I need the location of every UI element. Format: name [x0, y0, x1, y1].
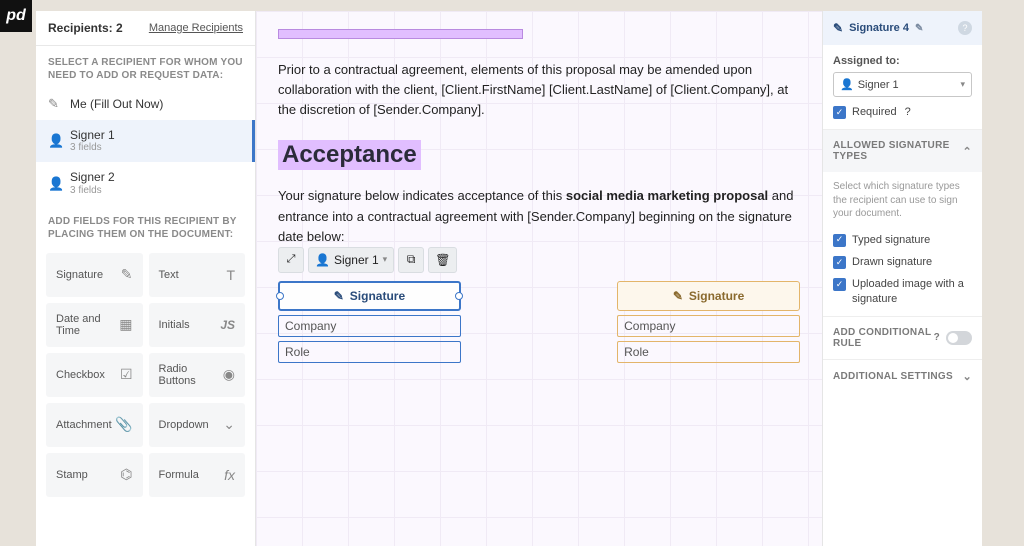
company-field[interactable]: Company	[617, 315, 800, 337]
person-icon: 👤	[48, 133, 62, 149]
select-recipient-heading: SELECT A RECIPIENT FOR WHOM YOU NEED TO …	[36, 46, 255, 88]
allowed-types-note: Select which signature types the recipie…	[823, 172, 982, 223]
field-toolbar: ⤢ 👤Signer 1▾ ⧉ 🗑	[278, 247, 457, 273]
required-checkbox[interactable]: ✓	[833, 106, 846, 119]
pen-icon: ✎	[48, 96, 62, 112]
left-panel: Recipients: 2 Manage Recipients SELECT A…	[36, 11, 256, 546]
chevron-down-icon: ▾	[383, 254, 388, 265]
role-field[interactable]: Role	[278, 341, 461, 363]
dropdown-icon: ⌄	[223, 416, 235, 433]
pen-icon: ✎	[833, 21, 843, 35]
toolbar-duplicate-button[interactable]: ⧉	[398, 247, 424, 273]
initials-icon: JS	[220, 318, 235, 332]
recipients-count-label: Recipients: 2	[48, 21, 123, 35]
company-field[interactable]: Company	[278, 315, 461, 337]
chevron-up-icon: ⌃	[962, 145, 972, 158]
doc-paragraph: Prior to a contractual agreement, elemen…	[278, 60, 800, 120]
assigned-to-select[interactable]: 👤Signer 1 ▾	[833, 72, 972, 97]
stamp-icon: ⌬	[120, 466, 132, 483]
paperclip-icon: 📎	[115, 416, 132, 433]
signature-block-signer2[interactable]: ✎Signature Company Role	[617, 281, 800, 363]
edit-icon[interactable]: ✎	[915, 23, 923, 34]
doc-paragraph: Your signature below indicates acceptanc…	[278, 186, 800, 246]
help-icon[interactable]: ?	[934, 332, 940, 343]
field-title: Signature 4	[849, 22, 909, 34]
person-icon: 👤	[840, 79, 854, 91]
allowed-types-header[interactable]: ALLOWED SIGNATURE TYPES⌃	[823, 130, 982, 172]
field-tile-dropdown[interactable]: Dropdown⌄	[149, 403, 246, 447]
highlighted-region	[278, 29, 523, 39]
recipient-signer1[interactable]: 👤 Signer 1 3 fields	[36, 120, 255, 162]
toolbar-delete-button[interactable]: 🗑	[428, 247, 457, 273]
field-tile-initials[interactable]: InitialsJS	[149, 303, 246, 347]
field-tile-date[interactable]: Date and Time▦	[46, 303, 143, 347]
recipient-field-count: 3 fields	[70, 185, 115, 197]
recipient-signer2[interactable]: 👤 Signer 2 3 fields	[36, 162, 255, 204]
pen-icon: ✎	[334, 289, 344, 303]
manage-recipients-link[interactable]: Manage Recipients	[149, 22, 243, 34]
field-tile-formula[interactable]: Formulafx	[149, 453, 246, 497]
chevron-down-icon: ▾	[960, 79, 965, 90]
signature-field[interactable]: ✎Signature	[617, 281, 800, 311]
calendar-icon: ▦	[119, 316, 132, 333]
radio-icon: ◉	[223, 366, 235, 383]
person-icon: 👤	[315, 253, 330, 267]
uploaded-signature-checkbox[interactable]: ✓	[833, 278, 846, 291]
recipient-me[interactable]: ✎ Me (Fill Out Now)	[36, 88, 255, 120]
role-field[interactable]: Role	[617, 341, 800, 363]
pen-icon: ✎	[673, 289, 683, 303]
move-icon: ⤢	[287, 253, 296, 266]
copy-icon: ⧉	[407, 252, 416, 267]
signature-field[interactable]: ✎Signature	[278, 281, 461, 311]
help-icon[interactable]: ?	[905, 105, 911, 119]
add-fields-heading: ADD FIELDS FOR THIS RECIPIENT BY PLACING…	[36, 205, 255, 247]
checkbox-icon: ☑	[120, 366, 133, 383]
person-icon: 👤	[48, 176, 62, 192]
field-tile-text[interactable]: TextT	[149, 253, 246, 297]
signature-icon: ✎	[121, 266, 133, 283]
recipient-label: Signer 2	[70, 170, 115, 184]
toolbar-assignee-select[interactable]: 👤Signer 1▾	[308, 247, 394, 273]
app-logo: pd	[0, 0, 32, 32]
properties-panel: ✎ Signature 4 ✎ ? Assigned to: 👤Signer 1 ▾…	[822, 11, 982, 546]
additional-settings-header[interactable]: ADDITIONAL SETTINGS⌄	[823, 359, 982, 393]
required-label: Required	[852, 105, 897, 119]
formula-icon: fx	[224, 467, 235, 483]
editor-frame: Recipients: 2 Manage Recipients SELECT A…	[36, 11, 982, 546]
typed-signature-label: Typed signature	[852, 233, 930, 247]
help-icon[interactable]: ?	[958, 21, 972, 35]
doc-heading-acceptance: Acceptance	[278, 140, 421, 170]
field-tile-radio[interactable]: Radio Buttons◉	[149, 353, 246, 397]
recipient-label: Signer 1	[70, 128, 115, 142]
field-tile-signature[interactable]: Signature✎	[46, 253, 143, 297]
signature-block-signer1[interactable]: ✎Signature Company Role	[278, 281, 461, 363]
document-canvas[interactable]: Prior to a contractual agreement, elemen…	[256, 11, 822, 546]
properties-header: ✎ Signature 4 ✎ ?	[823, 11, 982, 45]
recipient-label: Me (Fill Out Now)	[70, 97, 163, 111]
trash-icon: 🗑	[435, 253, 450, 267]
assigned-to-label: Assigned to:	[833, 55, 972, 67]
conditional-rule-header[interactable]: ADD CONDITIONAL RULE ?	[823, 316, 982, 359]
field-tile-checkbox[interactable]: Checkbox☑	[46, 353, 143, 397]
conditional-rule-toggle[interactable]	[946, 331, 972, 345]
field-tile-attachment[interactable]: Attachment📎	[46, 403, 143, 447]
recipient-field-count: 3 fields	[70, 142, 115, 154]
toolbar-move-button[interactable]: ⤢	[278, 247, 304, 273]
uploaded-signature-label: Uploaded image with a signature	[852, 277, 972, 306]
typed-signature-checkbox[interactable]: ✓	[833, 234, 846, 247]
drawn-signature-checkbox[interactable]: ✓	[833, 256, 846, 269]
chevron-down-icon: ⌄	[962, 370, 972, 383]
text-icon: T	[226, 267, 235, 283]
drawn-signature-label: Drawn signature	[852, 255, 932, 269]
field-tile-stamp[interactable]: Stamp⌬	[46, 453, 143, 497]
